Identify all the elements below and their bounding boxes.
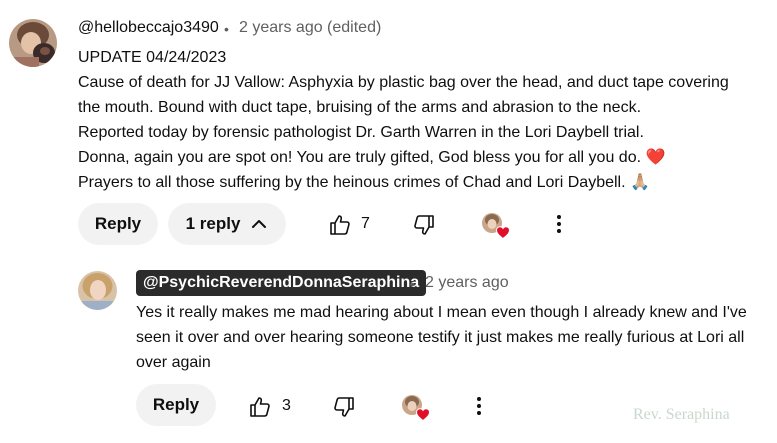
comment-line: UPDATE 04/24/2023 <box>78 49 227 66</box>
meta-separator: • <box>224 21 229 37</box>
creator-heart-badge[interactable] <box>402 395 430 423</box>
reply-line: Yes it really makes me mad hearing about… <box>136 304 747 321</box>
comment-line-with-emoji: Prayers to all those suffering by the he… <box>78 170 758 195</box>
like-count: 7 <box>361 215 370 232</box>
thumb-down-icon[interactable] <box>412 213 436 237</box>
comment-line-text: Prayers to all those suffering by the he… <box>78 174 626 191</box>
comment-timestamp[interactable]: 2 years ago (edited) <box>239 19 381 37</box>
comment-line: the mouth. Bound with duct tape, bruisin… <box>78 99 642 116</box>
thumb-up-icon[interactable] <box>328 213 352 237</box>
creator-heart-icon <box>496 226 510 239</box>
comment-line: Cause of death for JJ Vallow: Asphyxia b… <box>78 74 729 91</box>
praying-hands-emoji: 🙏🏼 <box>630 174 650 191</box>
reply-button-label: Reply <box>152 395 200 414</box>
reply-author-avatar[interactable] <box>78 271 117 310</box>
like-count: 3 <box>282 397 291 414</box>
more-vert-icon[interactable] <box>472 395 486 417</box>
thumb-down-icon[interactable] <box>332 395 356 419</box>
comment-line-with-emoji: Donna, again you are spot on! You are tr… <box>78 145 758 170</box>
reply-button-label: Reply <box>94 214 142 233</box>
watermark-text: Rev. Seraphina <box>633 406 730 423</box>
reply-button[interactable]: Reply <box>78 203 158 245</box>
comment-line: Reported today by forensic pathologist D… <box>78 124 644 141</box>
creator-author-badge[interactable]: @PsychicReverendDonnaSeraphina <box>136 270 427 296</box>
reply-timestamp[interactable]: 2 years ago <box>425 274 509 292</box>
comment-author[interactable]: @hellobeccajo3490 <box>78 19 219 37</box>
comment-body: UPDATE 04/24/2023 Cause of death for JJ … <box>78 45 758 195</box>
thumb-up-icon[interactable] <box>248 395 272 419</box>
red-heart-emoji: ❤️ <box>645 149 666 166</box>
reply-line: over again <box>136 354 211 371</box>
toggle-replies-button[interactable]: 1 reply <box>168 203 286 245</box>
meta-separator: • <box>410 276 415 292</box>
commenter-avatar[interactable] <box>9 19 57 67</box>
reply-line: seen it over and over hearing someone te… <box>136 329 745 346</box>
more-vert-icon[interactable] <box>552 213 566 235</box>
reply-to-reply-button[interactable]: Reply <box>136 384 216 426</box>
chevron-up-icon <box>250 215 268 233</box>
creator-heart-badge[interactable] <box>482 213 510 241</box>
comment-line-text: Donna, again you are spot on! You are tr… <box>78 149 642 166</box>
replies-count-label: 1 reply <box>185 214 241 233</box>
creator-heart-icon <box>416 408 430 421</box>
reply-body: Yes it really makes me mad hearing about… <box>136 300 766 375</box>
